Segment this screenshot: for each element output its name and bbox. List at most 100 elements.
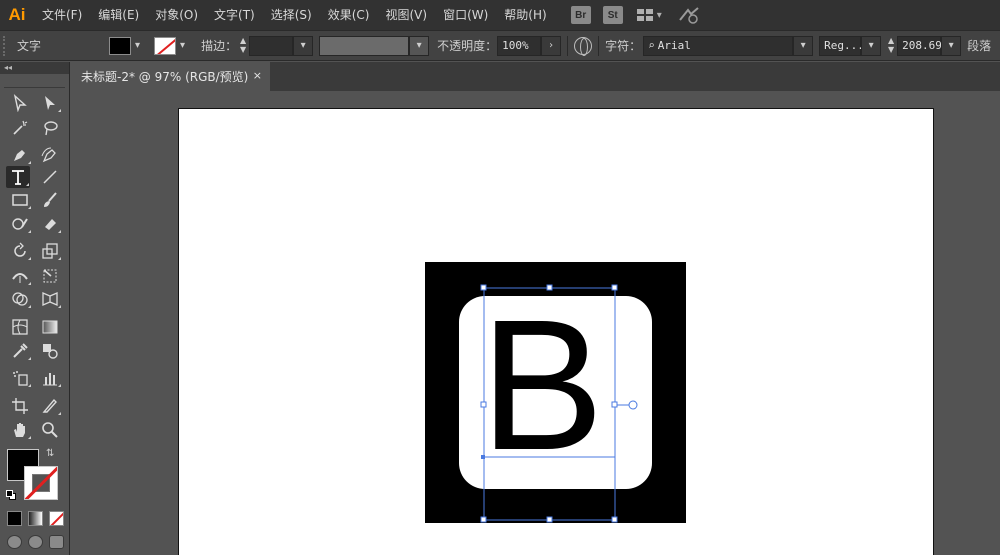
font-style-input[interactable]: Reg...	[819, 35, 864, 56]
artwork: B	[425, 262, 686, 523]
column-graph-tool[interactable]	[38, 367, 62, 389]
symbol-sprayer-icon	[13, 371, 28, 386]
pen-icon	[14, 150, 25, 161]
profile-dropdown[interactable]: ▾	[409, 35, 430, 56]
rotate-icon	[14, 242, 26, 257]
blend-tool[interactable]	[38, 340, 62, 362]
eyedropper-tool[interactable]	[8, 340, 32, 362]
canvas-area[interactable]: B	[70, 91, 1000, 555]
font-size-stepper[interactable]: ▲ ▼	[885, 36, 897, 56]
paintbrush-tool[interactable]	[38, 189, 62, 211]
blend-icon	[43, 344, 58, 359]
paragraph-label[interactable]: 段落	[967, 37, 991, 54]
direct-selection-tool[interactable]	[38, 92, 62, 114]
menu-object[interactable]: 对象(O)	[147, 0, 206, 30]
symbol-sprayer-tool[interactable]	[8, 367, 32, 389]
lasso-tool[interactable]	[38, 117, 62, 139]
font-size-dropdown[interactable]: ▾	[941, 35, 962, 56]
arrange-documents-button[interactable]: ▾	[636, 9, 662, 21]
rectangle-tool[interactable]	[8, 189, 32, 211]
character-label[interactable]: 字符：	[605, 37, 641, 54]
menu-file[interactable]: 文件(F)	[34, 0, 90, 30]
opacity-label[interactable]: 不透明度：	[437, 37, 497, 54]
font-family-value: Arial	[657, 39, 691, 52]
font-family-input[interactable]: ⌕ Arial	[643, 35, 794, 56]
line-segment-tool[interactable]	[38, 166, 62, 188]
menu-help[interactable]: 帮助(H)	[496, 0, 554, 30]
menu-effect[interactable]: 效果(C)	[320, 0, 378, 30]
bridge-button[interactable]: Br	[570, 6, 591, 24]
font-size-input[interactable]: 208.69	[897, 35, 942, 56]
close-icon[interactable]: ×	[253, 69, 262, 82]
menu-select[interactable]: 选择(S)	[263, 0, 320, 30]
fill-color-swatch[interactable]	[109, 36, 131, 55]
color-button[interactable]	[7, 511, 22, 526]
stroke-weight-dropdown[interactable]: ▾	[293, 35, 314, 56]
slice-tool[interactable]	[38, 395, 62, 417]
stroke-color-swatch[interactable]	[154, 36, 177, 55]
draw-behind-icon[interactable]	[28, 535, 43, 549]
magic-wand-tool[interactable]	[8, 117, 32, 139]
menu-bar: Ai 文件(F) 编辑(E) 对象(O) 文字(T) 选择(S) 效果(C) 视…	[0, 0, 1000, 30]
chevron-down-icon[interactable]: ▾	[131, 40, 144, 51]
gradient-button[interactable]	[28, 511, 43, 526]
draw-normal-icon[interactable]	[7, 535, 22, 549]
gradient-tool[interactable]	[38, 316, 62, 338]
lasso-icon	[44, 121, 58, 136]
color-mode-buttons	[7, 511, 64, 526]
recolor-artwork-icon[interactable]	[574, 36, 593, 56]
default-fill-stroke-icon[interactable]	[6, 490, 16, 500]
mesh-icon	[12, 319, 28, 335]
artboard[interactable]: B	[178, 108, 934, 555]
opacity-arrow[interactable]: ›	[541, 35, 562, 56]
eraser-icon	[45, 219, 56, 230]
rotate-tool[interactable]	[8, 240, 32, 262]
font-style-dropdown[interactable]: ▾	[861, 35, 882, 56]
type-tool[interactable]	[6, 166, 30, 188]
free-transform-tool[interactable]	[38, 265, 62, 287]
perspective-grid-tool[interactable]	[38, 288, 62, 310]
draw-inside-icon[interactable]	[49, 535, 64, 549]
shape-builder-tool[interactable]	[8, 288, 32, 310]
menu-view[interactable]: 视图(V)	[377, 0, 435, 30]
none-button[interactable]	[49, 511, 64, 526]
document-tab[interactable]: 未标题-2* @ 97% (RGB/预览) ×	[70, 62, 270, 91]
document-tab-title: 未标题-2* @ 97% (RGB/预览)	[81, 70, 249, 84]
shape-builder-icon	[12, 292, 28, 306]
menu-edit[interactable]: 编辑(E)	[90, 0, 147, 30]
variable-width-profile[interactable]	[319, 35, 410, 56]
zoom-tool[interactable]	[38, 419, 62, 441]
shaper-tool[interactable]	[8, 213, 32, 235]
arrange-grid-icon	[636, 9, 653, 21]
eraser-tool[interactable]	[38, 213, 62, 235]
artboard-tool[interactable]	[8, 395, 32, 417]
scale-icon	[42, 243, 58, 259]
slice-knife-icon	[42, 398, 57, 413]
opacity-input[interactable]: 100%	[497, 35, 542, 56]
curvature-tool[interactable]	[38, 144, 62, 166]
baseline-anchor	[481, 455, 485, 459]
shaper-icon	[12, 218, 28, 230]
stroke-stepper[interactable]: ▲ ▼	[237, 36, 249, 56]
scale-tool[interactable]	[38, 240, 62, 262]
font-family-dropdown[interactable]: ▾	[793, 35, 814, 56]
mesh-tool[interactable]	[8, 316, 32, 338]
chevron-down-icon[interactable]: ▾	[176, 40, 189, 51]
panel-grip[interactable]	[3, 35, 9, 56]
gpu-performance-icon[interactable]	[678, 5, 700, 25]
stock-button[interactable]: St	[602, 6, 623, 24]
drawing-mode-buttons	[7, 535, 64, 549]
panel-grip[interactable]	[4, 74, 65, 88]
swap-fill-stroke-icon[interactable]: ⇅	[46, 448, 54, 459]
pen-tool[interactable]	[8, 144, 32, 166]
stroke-weight-input[interactable]	[249, 35, 294, 56]
menu-window[interactable]: 窗口(W)	[435, 0, 496, 30]
artwork-letter[interactable]: B	[480, 282, 604, 489]
menu-type[interactable]: 文字(T)	[206, 0, 263, 30]
stroke-swatch[interactable]	[24, 466, 58, 500]
selection-tool[interactable]	[8, 92, 32, 114]
collapse-panel-icon[interactable]: ◂◂	[0, 62, 69, 74]
hand-tool[interactable]	[8, 419, 32, 441]
width-tool[interactable]	[8, 265, 32, 287]
zoom-magnifier-icon	[42, 422, 58, 438]
